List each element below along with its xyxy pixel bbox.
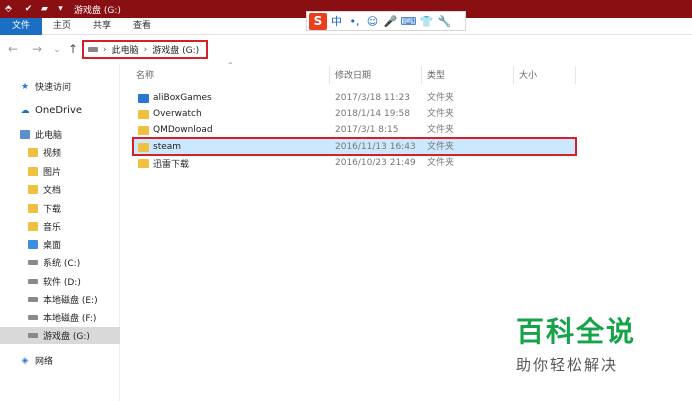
file-type: 文件夹 — [427, 93, 455, 103]
file-date: 2017/3/1 8:15 — [335, 125, 399, 135]
folder-icon — [138, 158, 149, 168]
file-name: Overwatch — [153, 109, 202, 119]
breadcrumb-game-drive[interactable]: 游戏盘 (G:) — [152, 43, 199, 56]
properties-icon[interactable]: ✔ — [22, 2, 35, 15]
wrench-icon[interactable]: 🔧 — [436, 13, 453, 30]
navigation-pane: ★ 快速访问 ☁ OneDrive 此电脑 视频 图片 文档 下载 音乐 桌面 … — [0, 64, 120, 401]
ime-toolbar[interactable]: S 中 •, ☺ 🎤 ⌨ 👕 🔧 — [306, 11, 466, 31]
network-icon: ◈ — [21, 355, 29, 366]
documents-folder-icon — [28, 185, 38, 194]
sidebar-item-music[interactable]: 音乐 — [28, 218, 61, 235]
sogou-logo-icon[interactable]: S — [309, 12, 327, 30]
chinese-mode-icon[interactable]: 中 — [328, 13, 345, 30]
pictures-folder-icon — [28, 167, 38, 176]
sidebar-item-this-pc[interactable]: 此电脑 — [20, 126, 62, 143]
table-row[interactable]: aliBoxGames 2017/3/18 11:23 文件夹 — [132, 90, 575, 106]
punctuation-icon[interactable]: •, — [346, 13, 363, 30]
forward-arrow-icon[interactable]: → — [30, 42, 44, 56]
column-divider[interactable] — [575, 66, 576, 84]
column-divider[interactable] — [329, 66, 330, 84]
table-row[interactable]: Overwatch 2018/1/14 19:58 文件夹 — [132, 106, 575, 122]
drive-icon — [28, 315, 38, 320]
tab-share[interactable]: 共享 — [86, 18, 118, 35]
sidebar-item-quick-access[interactable]: ★ 快速访问 — [20, 78, 71, 95]
column-header-size[interactable]: 大小 — [519, 64, 574, 84]
column-header-name[interactable]: 名称 — [136, 64, 326, 84]
star-icon: ★ — [20, 81, 30, 92]
watermark-title: 百科全说 — [516, 315, 637, 348]
sidebar-item-drive-e[interactable]: 本地磁盘 (E:) — [28, 291, 98, 308]
column-divider[interactable] — [513, 66, 514, 84]
cloud-icon: ☁ — [20, 105, 30, 116]
sidebar-item-desktop[interactable]: 桌面 — [28, 236, 61, 253]
file-date: 2018/1/14 19:58 — [335, 109, 410, 119]
sidebar-item-pictures[interactable]: 图片 — [28, 163, 61, 180]
drive-icon — [28, 297, 38, 302]
desktop-folder-icon — [28, 240, 38, 249]
new-folder-icon[interactable]: ▰ — [38, 2, 51, 15]
breadcrumb-this-pc[interactable]: 此电脑 — [112, 43, 139, 56]
tab-home[interactable]: 主页 — [46, 18, 78, 35]
tab-file[interactable]: 文件 — [0, 18, 42, 35]
file-type: 文件夹 — [427, 158, 455, 168]
music-folder-icon — [28, 222, 38, 231]
column-header-type[interactable]: 类型 — [427, 64, 512, 84]
file-name: aliBoxGames — [153, 93, 212, 103]
window-title: 游戏盘 (G:) — [74, 6, 121, 16]
file-date: 2017/3/18 11:23 — [335, 93, 410, 103]
address-bar[interactable]: › 此电脑 › 游戏盘 (G:) — [82, 40, 208, 59]
column-header-date[interactable]: 修改日期 — [335, 64, 420, 84]
drive-icon — [28, 260, 38, 265]
keyboard-icon[interactable]: ⌨ — [400, 13, 417, 30]
sidebar-item-drive-d[interactable]: 软件 (D:) — [28, 273, 81, 290]
sidebar-item-onedrive[interactable]: ☁ OneDrive — [20, 102, 83, 119]
folder-icon — [138, 125, 149, 135]
tab-view[interactable]: 查看 — [126, 18, 158, 35]
sidebar-item-drive-g[interactable]: 游戏盘 (G:) — [0, 327, 120, 344]
file-name: QMDownload — [153, 125, 213, 135]
drive-icon — [28, 279, 38, 284]
sidebar-item-documents[interactable]: 文档 — [28, 181, 61, 198]
annotation-highlight-box — [132, 137, 577, 156]
file-name: 迅雷下载 — [153, 159, 190, 170]
drive-icon — [88, 47, 98, 52]
sidebar-item-drive-c[interactable]: 系统 (C:) — [28, 254, 80, 271]
sidebar-item-network[interactable]: ◈ 网络 — [20, 352, 53, 369]
table-row[interactable]: QMDownload 2017/3/1 8:15 文件夹 — [132, 122, 575, 138]
downloads-folder-icon — [28, 204, 38, 213]
emoji-icon[interactable]: ☺ — [364, 13, 381, 30]
watermark: 百科全说 助你轻松解决 — [516, 310, 636, 375]
table-row[interactable]: 迅雷下载 2016/10/23 21:49 文件夹 — [132, 155, 575, 171]
app-menu-icon[interactable]: ⬘ — [2, 2, 15, 15]
sidebar-item-downloads[interactable]: 下载 — [28, 200, 61, 217]
up-arrow-icon[interactable]: ↑ — [66, 42, 80, 56]
folder-icon — [138, 109, 149, 119]
watermark-subtitle: 助你轻松解决 — [516, 356, 619, 374]
sidebar-item-videos[interactable]: 视频 — [28, 144, 61, 161]
aliboxgames-folder-icon — [138, 93, 149, 103]
chevron-right-icon: › — [103, 44, 107, 55]
customize-chevron-icon[interactable]: ▾ — [54, 2, 67, 15]
skin-icon[interactable]: 👕 — [418, 13, 435, 30]
column-divider[interactable] — [421, 66, 422, 84]
back-arrow-icon[interactable]: ← — [6, 42, 20, 56]
chevron-right-icon: › — [143, 44, 148, 55]
file-type: 文件夹 — [427, 109, 455, 119]
computer-icon — [20, 130, 30, 139]
microphone-icon[interactable]: 🎤 — [382, 13, 399, 30]
video-folder-icon — [28, 148, 38, 157]
sidebar-item-drive-f[interactable]: 本地磁盘 (F:) — [28, 309, 96, 326]
drive-icon — [28, 333, 38, 338]
recent-chevron-icon[interactable]: ⌄ — [50, 45, 64, 55]
file-type: 文件夹 — [427, 125, 455, 135]
file-date: 2016/10/23 21:49 — [335, 158, 416, 168]
